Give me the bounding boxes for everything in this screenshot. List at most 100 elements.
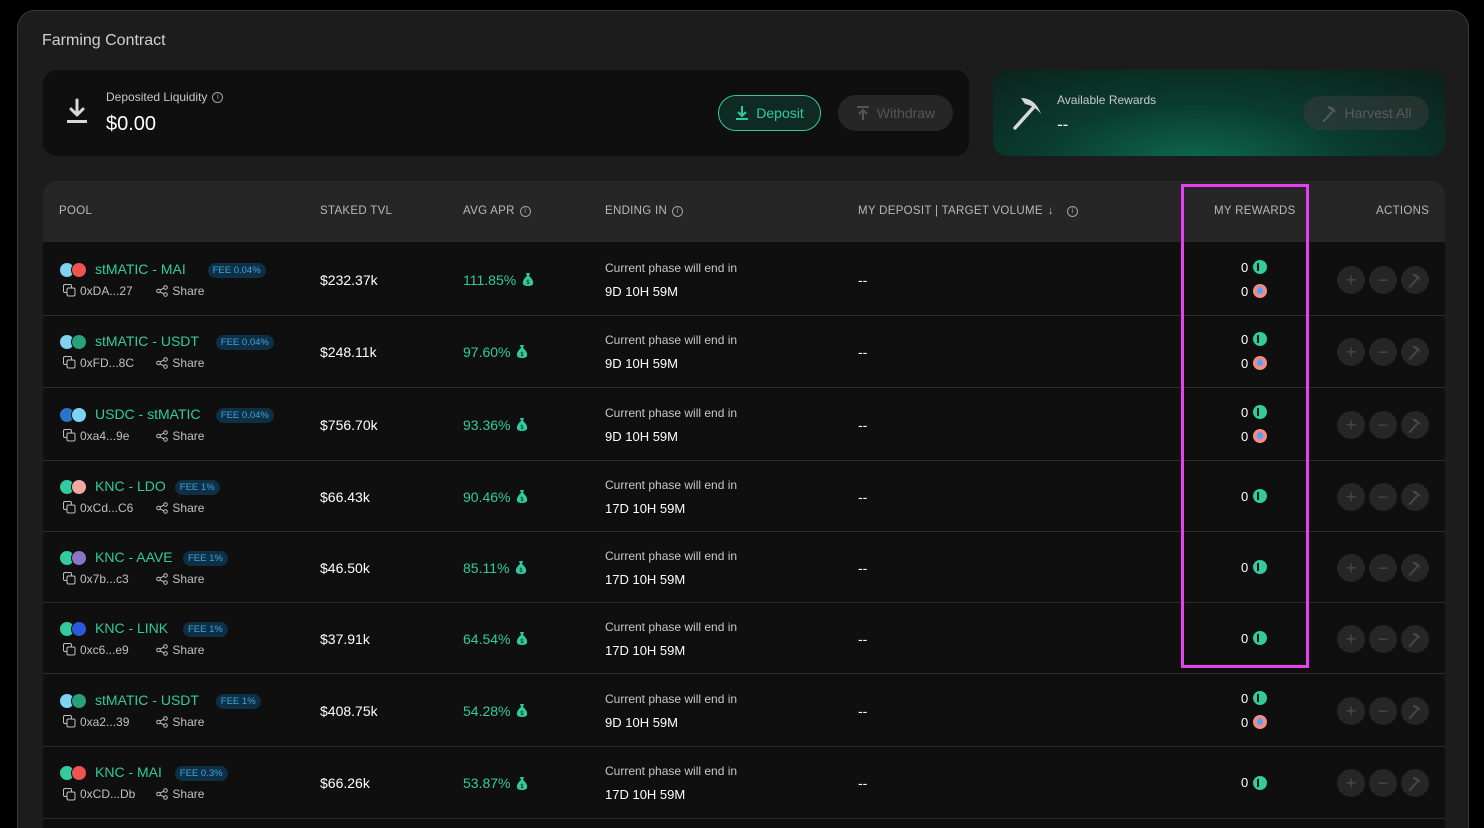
stake-plus-button[interactable]: + bbox=[1337, 265, 1365, 294]
pool-pair-link[interactable]: KNC - LINK bbox=[95, 620, 168, 636]
pool-address[interactable]: 0x7b...c3 bbox=[63, 572, 129, 586]
fee-badge: FEE 1% bbox=[183, 621, 228, 637]
avg-apr-value: 97.60% $ bbox=[463, 344, 528, 360]
unstake-minus-button[interactable]: − bbox=[1369, 696, 1397, 725]
deposit-button[interactable]: Deposit bbox=[718, 95, 821, 131]
harvest-button[interactable] bbox=[1401, 769, 1429, 797]
pool-address[interactable]: 0xCd...C6 bbox=[63, 501, 133, 515]
avg-apr-value: 111.85% $ bbox=[463, 272, 534, 288]
info-icon[interactable]: i bbox=[1066, 205, 1078, 217]
stake-plus-button[interactable]: + bbox=[1337, 337, 1365, 366]
money-bag-icon[interactable]: $ bbox=[516, 344, 528, 359]
money-bag-icon[interactable]: $ bbox=[516, 631, 528, 646]
copy-icon[interactable] bbox=[63, 787, 76, 801]
harvest-button[interactable] bbox=[1401, 553, 1429, 582]
harvest-button[interactable] bbox=[1401, 696, 1429, 725]
fee-badge: FEE 0.3% bbox=[174, 766, 228, 781]
harvest-button[interactable] bbox=[1401, 624, 1429, 653]
copy-icon[interactable] bbox=[63, 429, 76, 442]
token-icon bbox=[71, 478, 87, 495]
money-bag-icon[interactable]: $ bbox=[516, 417, 528, 432]
deposited-liquidity-label: Deposited Liquidity i bbox=[106, 90, 224, 104]
money-bag-icon[interactable]: $ bbox=[516, 703, 528, 718]
knc-token-icon bbox=[1253, 405, 1268, 419]
ending-in-label: Current phase will end in bbox=[605, 548, 738, 563]
stake-plus-button[interactable]: + bbox=[1337, 482, 1365, 511]
share-button[interactable]: Share bbox=[156, 356, 204, 370]
header-my-deposit[interactable]: MY DEPOSIT | TARGET VOLUME ↓ i bbox=[858, 205, 1078, 217]
stake-plus-button[interactable]: + bbox=[1337, 410, 1365, 439]
header-avg-apr: AVG APR i bbox=[463, 205, 531, 217]
harvest-all-button[interactable]: Harvest All bbox=[1303, 96, 1429, 130]
share-icon bbox=[156, 715, 169, 728]
unstake-minus-button[interactable]: − bbox=[1369, 624, 1397, 653]
unstake-minus-button[interactable]: − bbox=[1369, 337, 1397, 366]
table-row: stMATIC - USDT FEE 0.04% 0xFD...8C Share… bbox=[43, 315, 1445, 388]
harvest-button[interactable] bbox=[1401, 337, 1429, 366]
withdraw-button[interactable]: Withdraw bbox=[838, 95, 953, 131]
pool-pair-link[interactable]: stMATIC - USDT bbox=[95, 692, 199, 708]
copy-icon[interactable] bbox=[63, 501, 76, 514]
pickaxe-icon bbox=[1408, 345, 1422, 360]
pool-pair-link[interactable]: KNC - AAVE bbox=[95, 549, 173, 565]
info-icon[interactable]: i bbox=[672, 205, 684, 217]
pool-address[interactable]: 0xa2...39 bbox=[63, 715, 129, 729]
unstake-minus-button[interactable]: − bbox=[1369, 265, 1397, 294]
money-bag-icon[interactable]: $ bbox=[516, 776, 528, 791]
copy-icon[interactable] bbox=[63, 572, 76, 585]
copy-icon[interactable] bbox=[63, 284, 76, 297]
copy-icon[interactable] bbox=[63, 643, 76, 656]
money-bag-icon[interactable]: $ bbox=[516, 489, 528, 504]
unstake-minus-button[interactable]: − bbox=[1369, 553, 1397, 582]
my-deposit-value: -- bbox=[858, 630, 868, 647]
stake-plus-button[interactable]: + bbox=[1337, 696, 1365, 725]
unstake-minus-button[interactable]: − bbox=[1369, 769, 1397, 797]
pool-token-icons bbox=[59, 261, 89, 278]
share-button[interactable]: Share bbox=[156, 572, 204, 586]
copy-icon[interactable] bbox=[63, 715, 76, 728]
header-pool: POOL bbox=[59, 205, 93, 217]
token-icon bbox=[71, 620, 87, 637]
harvest-button[interactable] bbox=[1401, 482, 1429, 511]
pool-address[interactable]: 0xDA...27 bbox=[63, 284, 133, 298]
my-deposit-value: -- bbox=[858, 775, 868, 791]
stake-plus-button[interactable]: + bbox=[1337, 769, 1365, 797]
copy-icon[interactable] bbox=[63, 356, 76, 369]
harvest-button[interactable] bbox=[1401, 265, 1429, 294]
ending-in-label: Current phase will end in bbox=[605, 332, 738, 347]
share-button[interactable]: Share bbox=[156, 643, 204, 657]
unstake-minus-button[interactable]: − bbox=[1369, 482, 1397, 511]
share-button[interactable]: Share bbox=[156, 787, 204, 801]
share-button[interactable]: Share bbox=[156, 284, 204, 298]
harvest-button[interactable] bbox=[1401, 410, 1429, 439]
pool-address[interactable]: 0xa4...9e bbox=[63, 429, 129, 443]
pickaxe-icon bbox=[1408, 418, 1422, 433]
stake-plus-button[interactable]: + bbox=[1337, 553, 1365, 582]
svg-text:$: $ bbox=[521, 783, 525, 790]
unstake-minus-button[interactable]: − bbox=[1369, 410, 1397, 439]
pool-pair-link[interactable]: USDC - stMATIC bbox=[95, 406, 201, 422]
my-deposit-value: -- bbox=[858, 271, 868, 288]
share-button[interactable]: Share bbox=[156, 715, 204, 729]
pool-pair-link[interactable]: KNC - MAI bbox=[95, 764, 162, 780]
money-bag-icon[interactable]: $ bbox=[515, 560, 527, 575]
pickaxe-icon bbox=[1408, 561, 1422, 576]
pool-pair-link[interactable]: stMATIC - MAI bbox=[95, 261, 186, 277]
pool-address[interactable]: 0xc6...e9 bbox=[63, 643, 129, 657]
share-icon bbox=[156, 501, 169, 514]
ending-in-value: 9D 10H 59M bbox=[605, 428, 678, 444]
info-icon[interactable]: i bbox=[212, 91, 224, 103]
avg-apr-value: 93.36% $ bbox=[463, 417, 528, 433]
ending-in-value: 9D 10H 59M bbox=[605, 355, 678, 371]
stake-plus-button[interactable]: + bbox=[1337, 624, 1365, 653]
info-icon[interactable]: i bbox=[519, 205, 531, 217]
pool-pair-link[interactable]: stMATIC - USDT bbox=[95, 333, 199, 349]
pool-pair-link[interactable]: KNC - LDO bbox=[95, 478, 166, 494]
pool-address[interactable]: 0xFD...8C bbox=[63, 356, 134, 370]
share-button[interactable]: Share bbox=[156, 429, 204, 443]
pool-address[interactable]: 0xCD...Db bbox=[63, 787, 135, 801]
money-bag-icon[interactable]: $ bbox=[522, 272, 534, 287]
share-button[interactable]: Share bbox=[156, 501, 204, 515]
pool-token-icons bbox=[59, 692, 89, 709]
token-icon bbox=[71, 333, 87, 350]
